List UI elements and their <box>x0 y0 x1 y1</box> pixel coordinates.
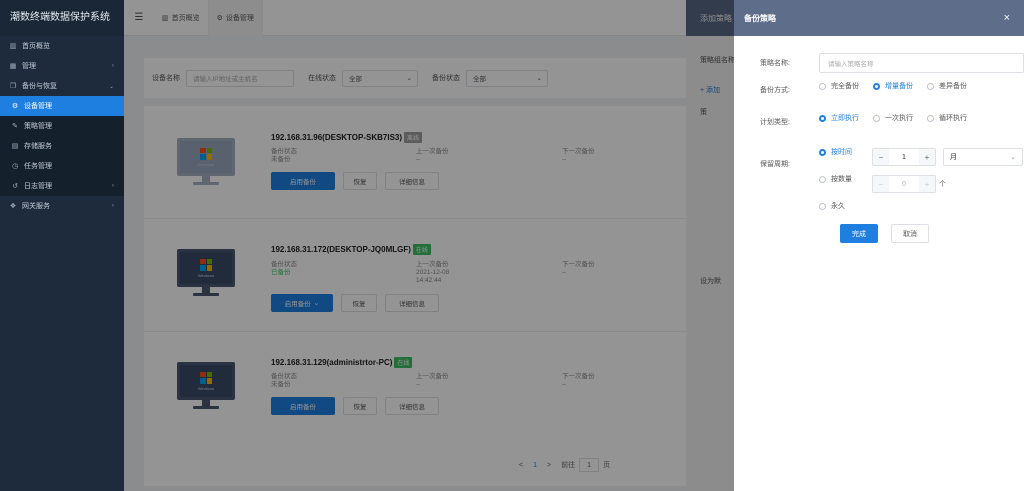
stepper-value[interactable]: 0 <box>889 181 919 188</box>
sidebar-item-label: 任务管理 <box>24 163 52 170</box>
radio-label: 立即执行 <box>831 115 859 122</box>
retain-by-time: 按时间 <box>819 147 866 157</box>
radio-dot <box>819 82 826 90</box>
sidebar-item-label: 管理 <box>22 63 36 70</box>
confirm-button[interactable]: 完成 <box>840 224 878 243</box>
clock-icon: ◷ <box>11 163 19 170</box>
sidebar-item-backup-restore[interactable]: ❐ 备份与恢复 ⌄ <box>0 76 124 96</box>
radio-dot <box>927 114 934 122</box>
sidebar-item-gateway[interactable]: ❖ 网关服务 ‹ <box>0 196 124 216</box>
plan-type-group: 立即执行 一次执行 循环执行 <box>819 113 981 123</box>
sidebar-item-logs[interactable]: ↺ 日志管理 ‹ <box>0 176 124 196</box>
sidebar-item-home[interactable]: ▥ 首页概览 <box>0 36 124 56</box>
gears-icon: ⚙ <box>11 103 19 110</box>
sidebar-item-manage[interactable]: ▦ 管理 ‹ <box>0 56 124 76</box>
sidebar-item-tasks[interactable]: ◷ 任务管理 <box>0 156 124 176</box>
storage-icon: ▤ <box>11 143 19 150</box>
sidebar-item-label: 首页概览 <box>22 43 50 50</box>
chart-icon: ▥ <box>9 43 17 50</box>
radio-label: 按数量 <box>831 176 852 183</box>
grid-icon: ▦ <box>9 63 17 70</box>
stepper-value[interactable]: 1 <box>889 154 919 161</box>
policy-name-input[interactable]: 请输入策略名称 <box>819 53 1024 73</box>
sidebar: 潮数终端数据保护系统 ▥ 首页概览 ▦ 管理 ‹ ❐ 备份与恢复 ⌄ ⚙ 设备管… <box>0 0 124 491</box>
retention-label: 保留周期: <box>760 161 790 168</box>
gateway-icon: ❖ <box>9 203 17 210</box>
mode-incremental-radio[interactable]: 增量备份 <box>873 81 913 91</box>
chevron-down-icon: ⌄ <box>108 83 114 90</box>
wrench-icon: ✎ <box>12 123 18 130</box>
mode-full-radio[interactable]: 完全备份 <box>819 81 859 91</box>
minus-icon[interactable]: − <box>873 149 889 165</box>
radio-dot <box>819 114 826 122</box>
copy-icon: ❐ <box>9 83 17 90</box>
retain-count-radio[interactable]: 按数量 <box>819 174 852 184</box>
history-icon: ↺ <box>12 183 18 190</box>
plan-type-label: 计划类型: <box>760 119 790 126</box>
radio-dot <box>873 82 880 90</box>
backup-policy-drawer: 备份策略 × 策略名称: 请输入策略名称 备份方式: 完全备份 增量备份 差异备… <box>734 0 1024 491</box>
radio-label: 永久 <box>831 203 845 210</box>
backup-mode-label: 备份方式: <box>760 87 790 94</box>
sidebar-item-label: 备份与恢复 <box>22 83 57 90</box>
drawer-title: 备份策略 <box>744 13 776 23</box>
select-value: 月 <box>950 154 957 161</box>
retain-forever: 永久 <box>819 201 859 211</box>
time-unit-select[interactable]: 月 ⌄ <box>943 148 1023 166</box>
retain-forever-radio[interactable]: 永久 <box>819 201 845 211</box>
radio-dot <box>927 82 934 90</box>
radio-label: 按时间 <box>831 149 852 156</box>
sidebar-item-label: 网关服务 <box>22 203 50 210</box>
plan-loop-radio[interactable]: 循环执行 <box>927 113 967 123</box>
plus-icon[interactable]: + <box>919 149 935 165</box>
sidebar-item-label: 策略管理 <box>24 123 52 130</box>
radio-label: 循环执行 <box>939 115 967 122</box>
minus-icon[interactable]: − <box>873 176 889 192</box>
chevron-left-icon: ‹ <box>112 63 114 69</box>
radio-dot <box>819 148 826 156</box>
time-stepper[interactable]: − 1 + <box>872 148 936 166</box>
radio-dot <box>819 202 826 210</box>
sidebar-item-label: 设备管理 <box>24 103 52 110</box>
radio-label: 一次执行 <box>885 115 913 122</box>
sidebar-item-device-manage[interactable]: ⚙ 设备管理 <box>0 96 124 116</box>
count-unit-label: 个 <box>939 181 946 188</box>
plus-icon[interactable]: + <box>919 176 935 192</box>
backup-policy-drawer-header: 备份策略 × <box>734 0 1024 36</box>
retain-time-radio[interactable]: 按时间 <box>819 147 852 157</box>
count-stepper[interactable]: − 0 + <box>872 175 936 193</box>
cancel-button[interactable]: 取消 <box>891 224 929 243</box>
chevron-down-icon: ⌄ <box>1010 154 1016 161</box>
retain-by-count: 按数量 <box>819 174 866 184</box>
chevron-left-icon: ‹ <box>112 203 114 209</box>
policy-name-label: 策略名称: <box>760 60 790 67</box>
sidebar-item-label: 存储服务 <box>24 143 52 150</box>
sidebar-item-storage[interactable]: ▤ 存储服务 <box>0 136 124 156</box>
sidebar-item-policy-manage[interactable]: ✎ 策略管理 <box>0 116 124 136</box>
radio-label: 差异备份 <box>939 83 967 90</box>
plan-immediate-radio[interactable]: 立即执行 <box>819 113 859 123</box>
plan-once-radio[interactable]: 一次执行 <box>873 113 913 123</box>
close-icon[interactable]: × <box>1004 12 1010 24</box>
mode-differential-radio[interactable]: 差异备份 <box>927 81 967 91</box>
chevron-left-icon: ‹ <box>112 183 114 189</box>
app-title: 潮数终端数据保护系统 <box>0 0 124 36</box>
radio-dot <box>819 175 826 183</box>
radio-label: 增量备份 <box>885 83 913 90</box>
backup-mode-group: 完全备份 增量备份 差异备份 <box>819 81 981 91</box>
sidebar-item-label: 日志管理 <box>24 183 52 190</box>
radio-label: 完全备份 <box>831 83 859 90</box>
radio-dot <box>873 114 880 122</box>
sidebar-submenu: ⚙ 设备管理 ✎ 策略管理 ▤ 存储服务 ◷ 任务管理 ↺ 日志管理 ‹ <box>0 96 124 196</box>
